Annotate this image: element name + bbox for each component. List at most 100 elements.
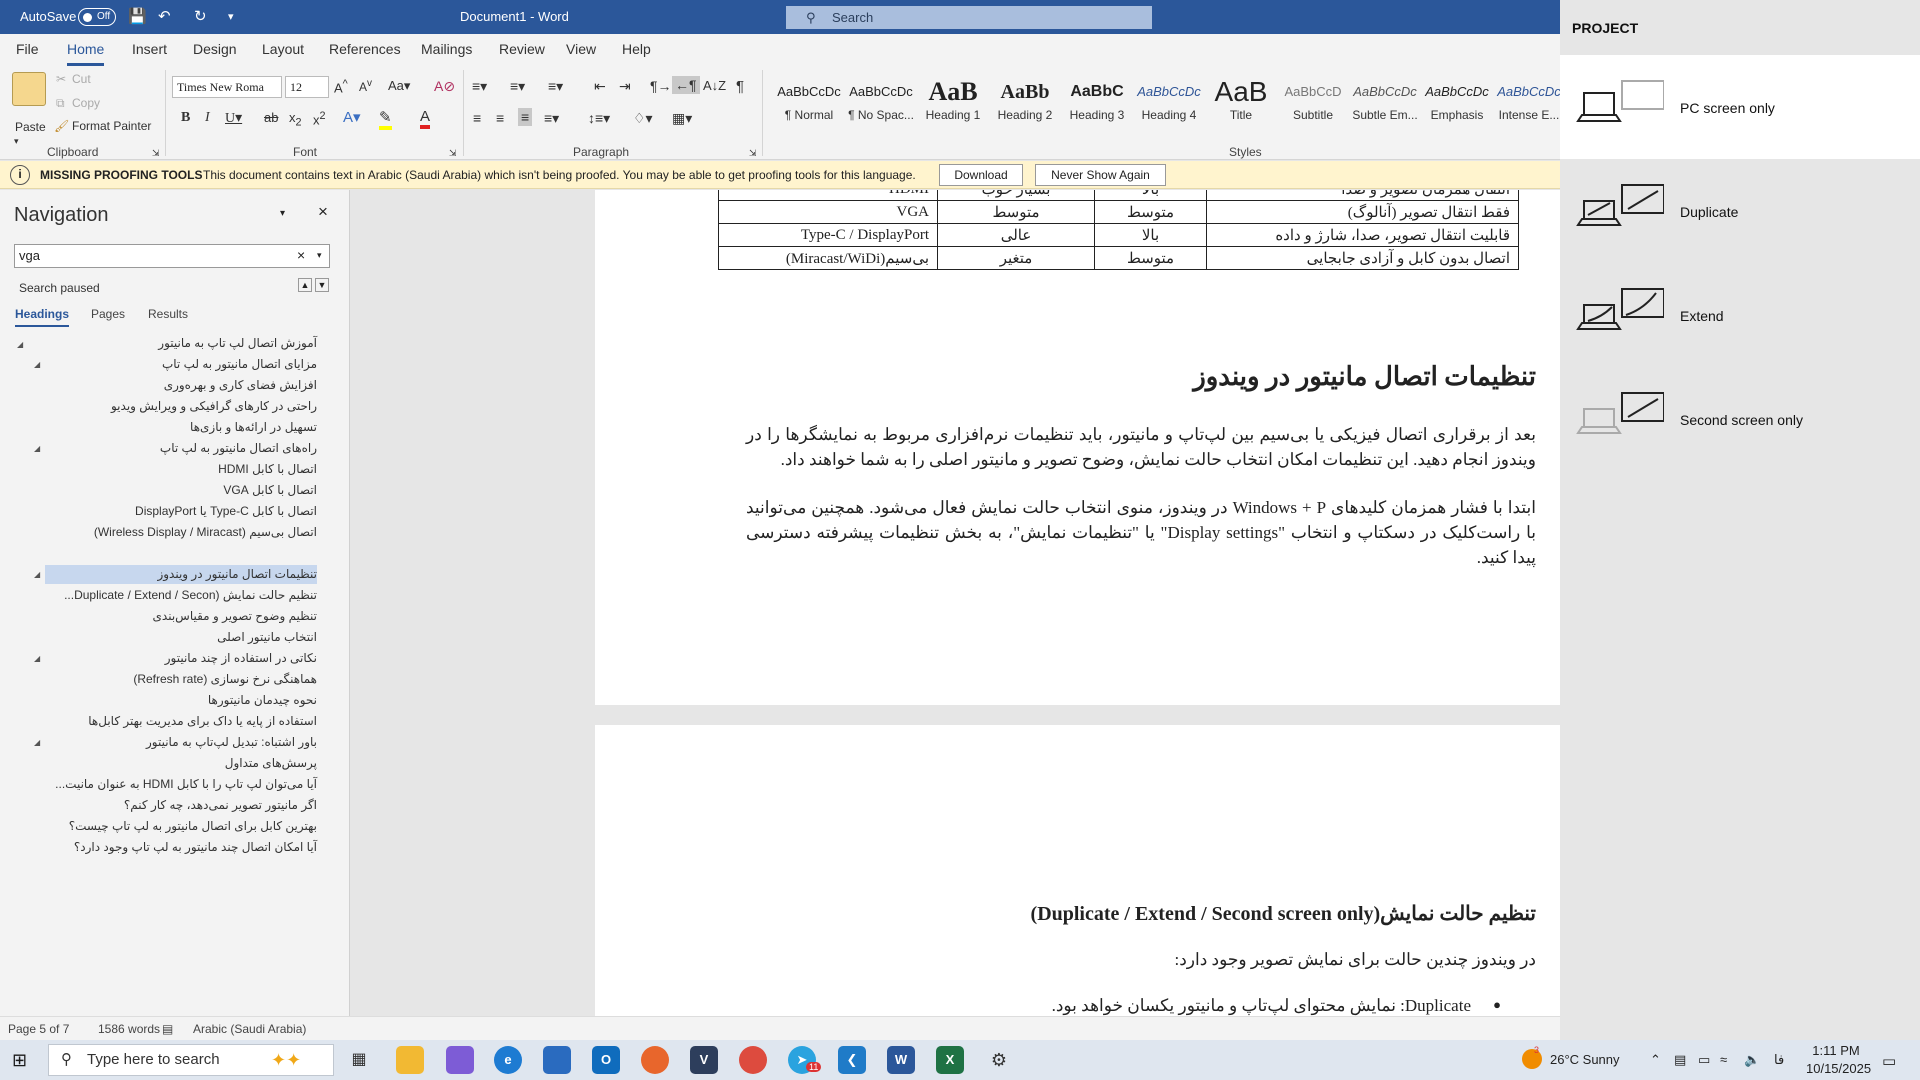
- nav-heading[interactable]: تسهیل در ارائه‌ها و بازی‌ها: [190, 418, 317, 437]
- style-normal[interactable]: AaBbCcDc ¶ Normal: [773, 72, 845, 136]
- nav-heading[interactable]: بهترین کابل برای اتصال مانیتور به لپ تاپ…: [69, 817, 317, 836]
- copy-icon[interactable]: ⧉: [56, 96, 65, 111]
- settings-icon[interactable]: ⚙: [985, 1046, 1013, 1074]
- format-painter-button[interactable]: Format Painter: [72, 119, 151, 133]
- save-icon[interactable]: 💾: [128, 7, 147, 25]
- nav-heading[interactable]: هماهنگی نرخ نوسازی (Refresh rate): [133, 670, 317, 689]
- copy-button[interactable]: Copy: [72, 96, 100, 110]
- align-right-icon[interactable]: ≡: [518, 108, 533, 126]
- collapse-icon[interactable]: ◢: [34, 654, 40, 663]
- tab-layout[interactable]: Layout: [262, 41, 304, 57]
- justify-icon[interactable]: ≡▾: [544, 110, 559, 127]
- nav-heading[interactable]: اتصال با کابل Type-C یا DisplayPort: [135, 502, 317, 521]
- vivaldi-icon[interactable]: V: [690, 1046, 718, 1074]
- line-spacing-icon[interactable]: ↕≡▾: [588, 110, 610, 127]
- windows-start-icon[interactable]: ⊞: [12, 1050, 27, 1071]
- increase-indent-icon[interactable]: ⇥: [619, 78, 631, 95]
- paste-button[interactable]: Paste: [15, 120, 46, 134]
- decrease-indent-icon[interactable]: ⇤: [594, 78, 606, 95]
- nav-heading-selected[interactable]: تنظیمات اتصال مانیتور در ویندوز: [45, 565, 317, 584]
- bold-icon[interactable]: B: [181, 110, 190, 126]
- nav-heading[interactable]: استفاده از پایه یا داک برای مدیریت بهتر …: [88, 712, 317, 731]
- font-launcher-icon[interactable]: ⇲: [449, 148, 457, 159]
- page-count[interactable]: Page 5 of 7: [8, 1022, 69, 1036]
- tab-file[interactable]: File: [16, 41, 39, 57]
- change-case-icon[interactable]: Aa▾: [388, 78, 410, 94]
- nav-heading[interactable]: اتصال با کابل VGA: [223, 481, 317, 500]
- tab-mailings[interactable]: Mailings: [421, 41, 472, 57]
- style-subtitle[interactable]: AaBbCcD Subtitle: [1277, 72, 1349, 136]
- style-title[interactable]: AaB Title: [1205, 72, 1277, 136]
- next-result-icon[interactable]: ▼: [315, 278, 329, 292]
- show-formatting-icon[interactable]: ¶: [736, 78, 744, 95]
- project-option-extend[interactable]: Extend: [1560, 263, 1920, 367]
- nav-heading[interactable]: آموزش اتصال لپ تاپ به مانیتور: [158, 334, 317, 353]
- align-center-icon[interactable]: ≡: [496, 110, 504, 126]
- input-language[interactable]: فا: [1774, 1052, 1784, 1068]
- collapse-icon[interactable]: ◢: [34, 444, 40, 453]
- clock-time[interactable]: 1:11 PM: [1806, 1043, 1866, 1058]
- cut-icon[interactable]: ✂: [56, 72, 66, 86]
- download-button[interactable]: Download: [939, 164, 1023, 186]
- sort-icon[interactable]: A↓Z: [703, 78, 726, 93]
- rtl-icon[interactable]: ←¶: [672, 76, 700, 94]
- collapse-icon[interactable]: ◢: [34, 738, 40, 747]
- nav-tab-pages[interactable]: Pages: [91, 307, 125, 321]
- clipboard-launcher-icon[interactable]: ⇲: [152, 148, 160, 159]
- weather-text[interactable]: 26°C Sunny: [1550, 1052, 1620, 1067]
- nav-heading[interactable]: راه‌های اتصال مانیتور به لپ تاپ: [160, 439, 317, 458]
- align-left-icon[interactable]: ≡: [473, 110, 481, 126]
- chrome-icon[interactable]: [739, 1046, 767, 1074]
- document-page[interactable]: تنظیم حالت نمایش(Duplicate / Extend / Se…: [595, 725, 1560, 1016]
- underline-icon[interactable]: U▾: [225, 110, 242, 127]
- font-size-box[interactable]: 12: [285, 76, 329, 98]
- style-subtle-emphasis[interactable]: AaBbCcDc Subtle Em...: [1349, 72, 1421, 136]
- italic-icon[interactable]: I: [205, 110, 210, 126]
- nav-heading[interactable]: اتصال بی‌سیم (Wireless Display / Miracas…: [94, 523, 317, 542]
- search-options-icon[interactable]: ▾: [317, 250, 322, 261]
- paragraph-launcher-icon[interactable]: ⇲: [749, 148, 757, 159]
- font-name-box[interactable]: Times New Roma: [172, 76, 282, 98]
- paste-dropdown-icon[interactable]: ▾: [14, 136, 19, 147]
- text-effects-icon[interactable]: A▾: [343, 108, 361, 126]
- tab-home[interactable]: Home: [67, 41, 105, 66]
- show-hidden-icons-icon[interactable]: ⌃: [1650, 1052, 1661, 1068]
- redo-icon[interactable]: ↻: [194, 7, 207, 25]
- undo-icon[interactable]: ↶: [158, 7, 171, 25]
- collapse-icon[interactable]: ◢: [34, 360, 40, 369]
- search-box[interactable]: ⚲ Search: [786, 6, 1152, 29]
- nav-heading[interactable]: راحتی در کارهای گرافیکی و ویرایش ویدیو: [111, 397, 317, 416]
- nav-heading[interactable]: تنظیم وضوح تصویر و مقیاس‌بندی: [153, 607, 317, 626]
- paste-icon[interactable]: [12, 72, 46, 106]
- nav-heading[interactable]: تنظیم حالت نمایش (Duplicate / Extend / S…: [64, 586, 317, 605]
- outlook-icon[interactable]: O: [592, 1046, 620, 1074]
- font-color-icon[interactable]: A: [420, 108, 431, 129]
- taskbar-search-box[interactable]: ⚲ Type here to search ✦✦: [48, 1044, 334, 1076]
- multilevel-list-icon[interactable]: ≡▾: [548, 78, 563, 95]
- shrink-font-icon[interactable]: Av: [359, 78, 372, 94]
- shading-icon[interactable]: ♢▾: [633, 110, 653, 127]
- never-show-again-button[interactable]: Never Show Again: [1035, 164, 1166, 186]
- copilot-icon[interactable]: [446, 1046, 474, 1074]
- clear-formatting-icon[interactable]: A⊘: [434, 78, 455, 95]
- volume-icon[interactable]: 🔈: [1744, 1052, 1760, 1068]
- file-explorer-icon[interactable]: [396, 1046, 424, 1074]
- document-page[interactable]: انتقال همزمان تصویر و صدا بالا بسیار خوب…: [595, 190, 1560, 705]
- tab-help[interactable]: Help: [622, 41, 651, 57]
- nav-tab-results[interactable]: Results: [148, 307, 188, 321]
- strikethrough-icon[interactable]: ab: [264, 110, 278, 125]
- project-option-duplicate[interactable]: Duplicate: [1560, 159, 1920, 263]
- wifi-icon[interactable]: ≈: [1720, 1052, 1727, 1067]
- format-painter-icon[interactable]: 🖌: [54, 119, 69, 133]
- pane-options-icon[interactable]: ▾: [280, 208, 285, 219]
- nav-heading[interactable]: انتخاب مانیتور اصلی: [217, 628, 317, 647]
- subscript-icon[interactable]: x2: [289, 110, 302, 129]
- word-icon[interactable]: W: [887, 1046, 915, 1074]
- autosave-toggle[interactable]: Off: [78, 8, 116, 26]
- style-intense-emphasis[interactable]: AaBbCcDc Intense E...: [1493, 72, 1565, 136]
- clock-date[interactable]: 10/15/2025: [1806, 1061, 1871, 1076]
- borders-icon[interactable]: ▦▾: [672, 110, 692, 127]
- nav-tab-headings[interactable]: Headings: [15, 307, 70, 327]
- document-canvas[interactable]: انتقال همزمان تصویر و صدا بالا بسیار خوب…: [351, 190, 1560, 1016]
- proofing-icon[interactable]: ▤: [162, 1022, 173, 1036]
